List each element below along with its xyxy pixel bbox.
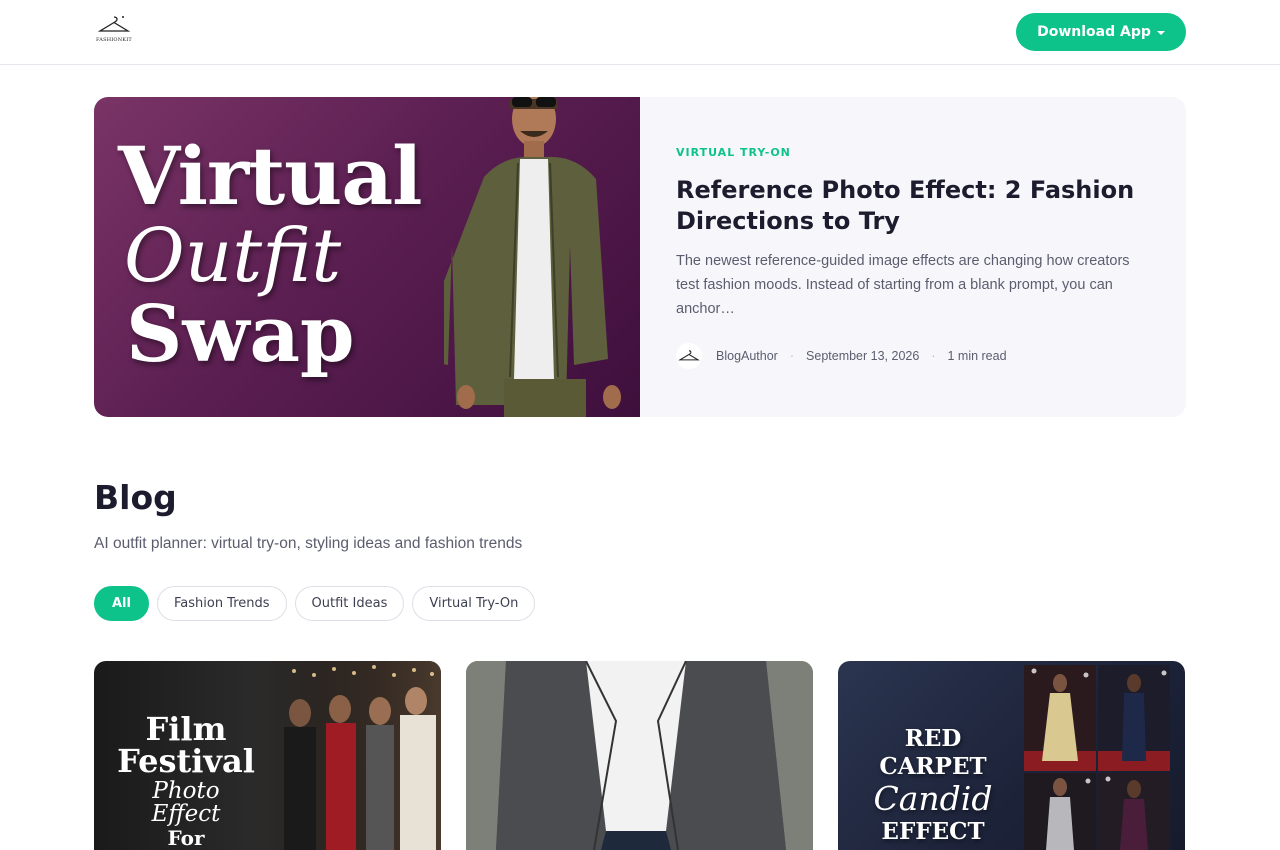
filter-all[interactable]: All	[94, 586, 149, 621]
card-image-line4: For Creators	[138, 826, 235, 850]
top-header: FASHIONKIT Download App	[0, 0, 1280, 65]
category-filters: All Fashion Trends Outfit Ideas Virtual …	[94, 586, 536, 621]
featured-image-title: Virtual Outfit Swap	[118, 129, 423, 380]
download-app-label: Download App	[1037, 24, 1151, 40]
featured-title[interactable]: Reference Photo Effect: 2 Fashion Direct…	[676, 175, 1146, 237]
author-name[interactable]: BlogAuthor	[716, 349, 778, 363]
filter-outfit-ideas[interactable]: Outfit Ideas	[294, 586, 405, 621]
card-image-title: Film Festival Photo Effect For Creators	[116, 713, 256, 850]
filter-virtual-try-on[interactable]: Virtual Try-On	[412, 586, 536, 621]
card-image-line2: Candid	[873, 779, 993, 818]
featured-image-line2: Outfit	[124, 213, 342, 299]
card-image-line3: EFFECT	[881, 818, 985, 845]
featured-excerpt: The newest reference-guided image effect…	[676, 253, 1130, 317]
featured-meta: BlogAuthor · September 13, 2026 · 1 min …	[676, 343, 1007, 369]
caret-down-icon	[1156, 31, 1165, 35]
blog-card[interactable]	[466, 661, 813, 850]
card-image-line2: Festival	[117, 742, 255, 780]
card-image-line1: RED CARPET	[879, 725, 987, 780]
hanger-icon	[678, 350, 700, 361]
hanger-icon	[97, 16, 131, 32]
blog-subtitle: AI outfit planner: virtual try-on, styli…	[94, 535, 523, 552]
featured-category[interactable]: VIRTUAL TRY-ON	[676, 146, 791, 159]
download-app-button[interactable]: Download App	[1016, 13, 1186, 51]
author-avatar	[676, 343, 702, 369]
meta-separator: ·	[789, 349, 795, 363]
model-figure	[444, 97, 621, 417]
featured-image-line3: Swap	[126, 289, 355, 380]
read-time: 1 min read	[947, 349, 1007, 363]
card-image-line3: Photo Effect	[151, 778, 221, 827]
brand-logo[interactable]: FASHIONKIT	[96, 14, 132, 48]
featured-image[interactable]: Virtual Outfit Swap	[94, 97, 640, 417]
card-image-title: RED CARPET Candid EFFECT	[850, 725, 1016, 847]
post-date: September 13, 2026	[806, 349, 920, 363]
blog-card[interactable]: Film Festival Photo Effect For Creators	[94, 661, 441, 850]
meta-separator: ·	[931, 349, 936, 363]
featured-post-body: VIRTUAL TRY-ON Reference Photo Effect: 2…	[676, 97, 1156, 417]
blog-title: Blog	[94, 478, 177, 517]
card-image-blazer	[466, 661, 813, 850]
filter-fashion-trends[interactable]: Fashion Trends	[156, 586, 287, 621]
featured-post[interactable]: Virtual Outfit Swap VIRTUAL TRY-ON Refer…	[94, 97, 1186, 417]
card-image-line1: Film	[145, 710, 227, 748]
logo-text: FASHIONKIT	[96, 37, 132, 43]
featured-image-line1: Virtual	[118, 129, 423, 223]
blog-card[interactable]: RED CARPET Candid EFFECT	[838, 661, 1185, 850]
